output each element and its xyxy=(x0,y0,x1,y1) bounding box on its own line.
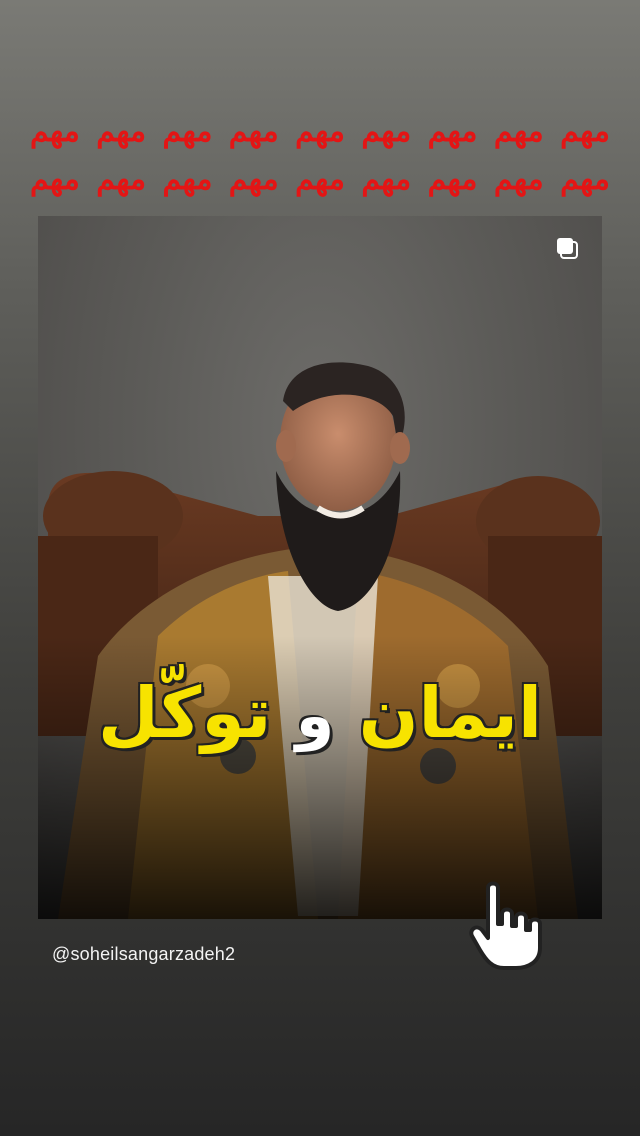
multiple-posts-icon xyxy=(557,238,578,259)
banner-word: مهم xyxy=(361,114,412,149)
banner-word: مهم xyxy=(228,162,279,197)
banner-row-1: مهم مهم مهم مهم مهم مهم مهم مهم مهم xyxy=(30,112,610,152)
banner-word: مهم xyxy=(493,162,544,197)
banner-word: مهم xyxy=(427,162,478,197)
banner-word: مهم xyxy=(96,114,147,149)
banner-word: مهم xyxy=(30,114,80,149)
banner-word: مهم xyxy=(295,114,345,149)
banner-word: مهم xyxy=(228,114,279,149)
banner-row-2: مهم مهم مهم مهم مهم مهم مهم مهم مهم xyxy=(30,160,610,200)
banner-word: مهم xyxy=(493,114,544,149)
post-overlay-title: ایمان و توکّل xyxy=(38,668,602,761)
post-card[interactable]: ایمان و توکّل xyxy=(38,216,602,919)
post-image xyxy=(38,362,602,919)
pointing-hand-icon[interactable] xyxy=(468,880,554,972)
banner-word: مهم xyxy=(96,162,147,197)
overlay-word-3: توکّل xyxy=(98,672,272,754)
banner-word: مهم xyxy=(427,114,478,149)
overlay-word-1: ایمان xyxy=(358,672,543,754)
banner-word: مهم xyxy=(560,114,610,149)
account-handle-link[interactable]: @soheilsangarzadeh2 xyxy=(52,944,235,965)
banner-word: مهم xyxy=(295,162,345,197)
banner-word: مهم xyxy=(560,162,610,197)
banner-word: مهم xyxy=(162,162,213,197)
overlay-word-2: و xyxy=(295,679,336,752)
banner-word: مهم xyxy=(162,114,213,149)
banner-word: مهم xyxy=(361,162,412,197)
banner-word: مهم xyxy=(30,162,80,197)
